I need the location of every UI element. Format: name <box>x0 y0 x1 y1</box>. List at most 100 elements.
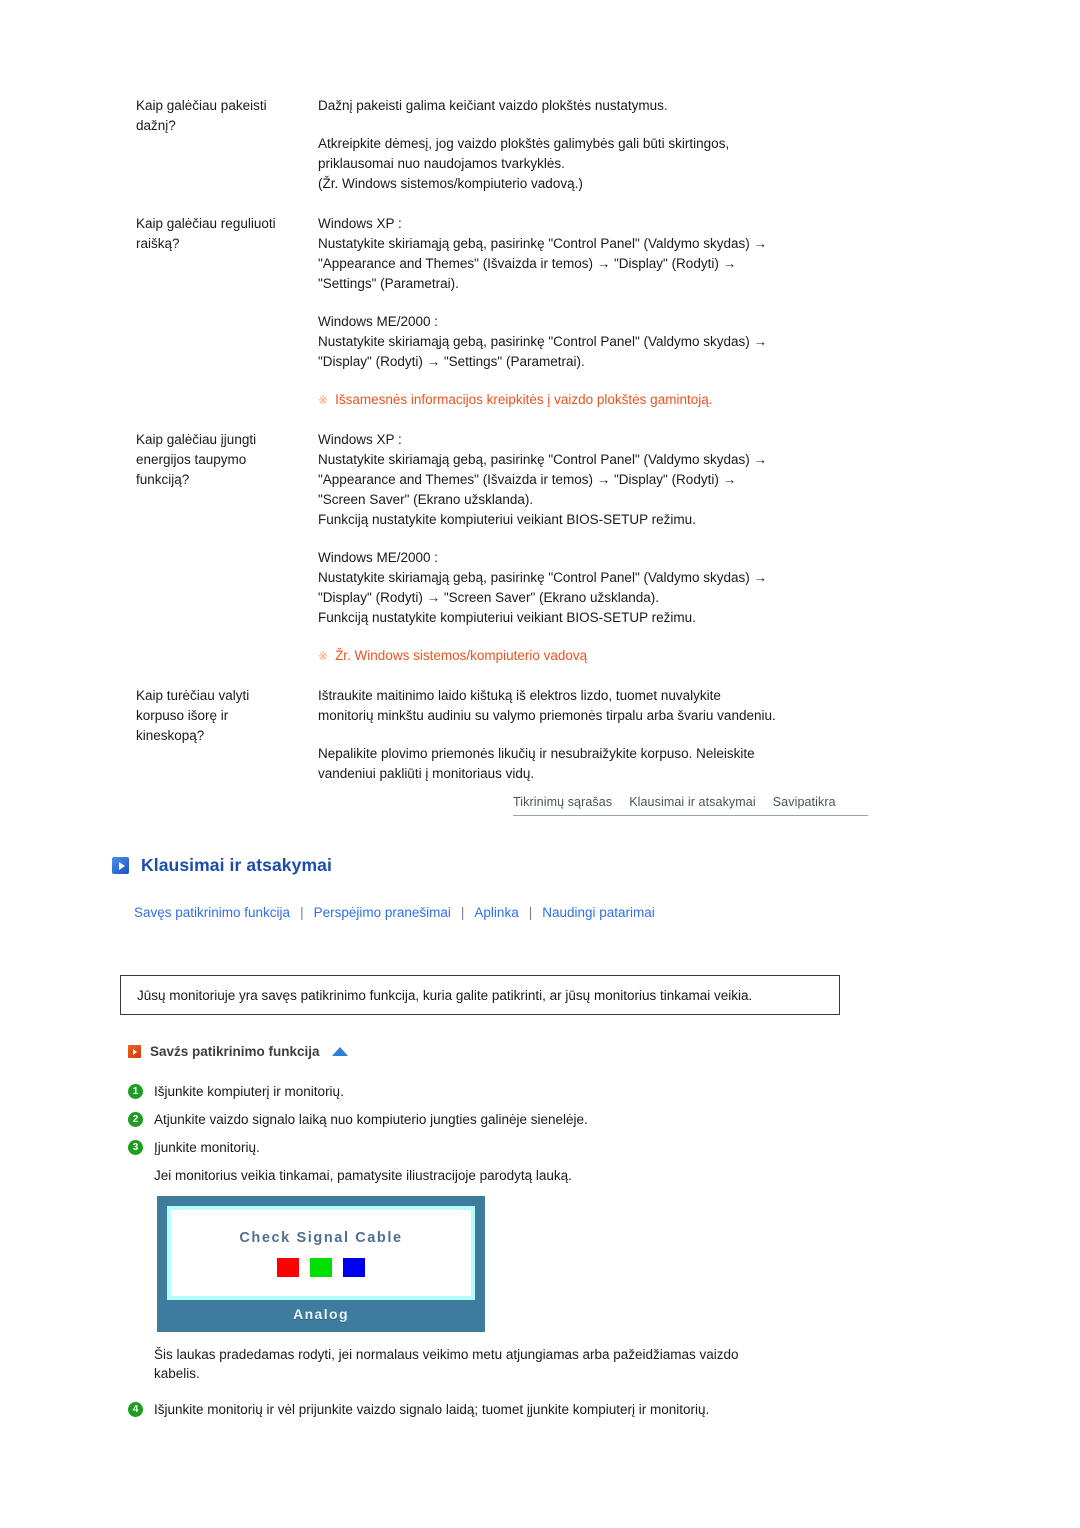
faq-question-line: Kaip galėčiau pakeisti <box>136 98 267 113</box>
faq-notice: ※ Žr. Windows sistemos/kompiuterio vadov… <box>318 646 896 666</box>
faq-answer-line: Nepalikite plovimo priemonės likučių ir … <box>318 746 755 761</box>
blue-up-arrow-icon[interactable] <box>331 1047 348 1056</box>
page-title: Klausimai ir atsakymai <box>141 855 332 875</box>
blue-swatch <box>343 1257 365 1277</box>
faq-answer-line: priklausomai nuo naudojamos tvarkyklės. <box>318 156 565 171</box>
faq-answer-line: "Display" (Rodyti) → "Settings" (Paramet… <box>318 354 585 369</box>
list-item: 4 Išjunkite monitorių ir vėl prijunkite … <box>128 1400 888 1419</box>
faq-answer-line: "Settings" (Parametrai). <box>318 276 459 291</box>
link-separator: | <box>460 905 465 920</box>
faq-row: Kaip turėčiau valyti korpuso išorę ir ki… <box>136 686 896 784</box>
faq-answer-line: Windows XP : <box>318 432 402 447</box>
step-text: Išjunkite monitorių ir vėl prijunkite va… <box>154 1402 710 1417</box>
subsection-link-row: Savęs patikrinimo funkcija | Perspėjimo … <box>134 905 655 920</box>
info-box: Jūsų monitoriuje yra savęs patikrinimo f… <box>120 975 840 1015</box>
faq-answer-paragraph: Nepalikite plovimo priemonės likučių ir … <box>318 744 896 784</box>
check-signal-cable-text: Check Signal Cable <box>239 1229 403 1246</box>
tab-navigation: Tikrinimų sąrašas Klausimai ir atsakymai… <box>513 795 868 816</box>
faq-question-line: Kaip turėčiau valyti <box>136 688 250 703</box>
step-number-badge: 4 <box>128 1402 143 1417</box>
blue-play-square-icon <box>112 857 129 874</box>
orange-play-square-icon <box>128 1045 141 1058</box>
red-swatch <box>277 1257 299 1277</box>
faq-answer-line: Funkciją nustatykite kompiuteriui veikia… <box>318 512 696 527</box>
list-item: 1 Išjunkite kompiuterį ir monitorių. <box>128 1082 888 1101</box>
faq-row: Kaip galėčiau pakeisti dažnį? Dažnį pake… <box>136 96 896 194</box>
faq-question-line: raišką? <box>136 236 180 251</box>
link-useful-tips[interactable]: Naudingi patarimai <box>542 905 655 920</box>
faq-answer-line: Funkciją nustatykite kompiuteriui veikia… <box>318 610 696 625</box>
footer-note: Šis laukas pradedamas rodyti, jei normal… <box>154 1345 854 1383</box>
faq-question-line: kineskopą? <box>136 728 205 743</box>
notice-text: Išsamesnės informacijos kreipkitės į vai… <box>335 392 713 407</box>
link-separator: | <box>528 905 533 920</box>
tab-faq[interactable]: Klausimai ir atsakymai <box>629 795 756 809</box>
list-item: 2 Atjunkite vaizdo signalo laiką nuo kom… <box>128 1110 888 1129</box>
faq-answer-line: Windows XP : <box>318 216 402 231</box>
faq-question-line: Kaip galėčiau reguliuoti <box>136 216 276 231</box>
faq-question-line: korpuso išorę ir <box>136 708 229 723</box>
link-self-test-function[interactable]: Savęs patikrinimo funkcija <box>134 905 290 920</box>
link-separator: | <box>300 905 304 920</box>
faq-answer-line: Nustatykite skiriamąją gebą, pasirinkę "… <box>318 334 768 349</box>
faq-answer: Windows XP : Nustatykite skiriamąją gebą… <box>318 214 896 410</box>
faq-answer-paragraph: Ištraukite maitinimo laido kištuką iš el… <box>318 686 896 726</box>
faq-question-line: funkciją? <box>136 472 190 487</box>
step-text: Išjunkite kompiuterį ir monitorių. <box>154 1084 344 1099</box>
faq-question: Kaip galėčiau pakeisti dažnį? <box>136 96 318 136</box>
link-warning-messages[interactable]: Perspėjimo pranešimai <box>314 905 451 920</box>
section-heading: Klausimai ir atsakymai <box>112 855 332 876</box>
step-number-badge: 1 <box>128 1084 143 1099</box>
green-swatch <box>310 1257 332 1277</box>
faq-answer-paragraph: Windows ME/2000 : Nustatykite skiriamąją… <box>318 548 896 628</box>
faq-answer-line: Dažnį pakeisti galima keičiant vaizdo pl… <box>318 98 668 113</box>
faq-answer-line: "Display" (Rodyti) → "Screen Saver" (Ekr… <box>318 590 660 605</box>
faq-answer-line: "Appearance and Themes" (Išvaizda ir tem… <box>318 472 737 487</box>
faq-answer-line: "Appearance and Themes" (Išvaizda ir tem… <box>318 256 737 271</box>
steps-note: Jei monitorius veikia tinkamai, pamatysi… <box>154 1168 572 1183</box>
faq-answer-line: Nustatykite skiriamąją gebą, pasirinkę "… <box>318 570 768 585</box>
faq-answer-paragraph: Windows ME/2000 : Nustatykite skiriamąją… <box>318 312 896 372</box>
faq-question: Kaip galėčiau įjungti energijos taupymo … <box>136 430 318 490</box>
faq-table: Kaip galėčiau pakeisti dažnį? Dažnį pake… <box>136 96 896 804</box>
faq-answer-paragraph: Atkreipkite dėmesį, jog vaizdo plokštės … <box>318 134 896 194</box>
faq-row: Kaip galėčiau reguliuoti raišką? Windows… <box>136 214 896 410</box>
info-box-text: Jūsų monitoriuje yra savęs patikrinimo f… <box>137 987 753 1003</box>
faq-answer-paragraph: Windows XP : Nustatykite skiriamąją gebą… <box>318 430 896 530</box>
faq-row: Kaip galėčiau įjungti energijos taupymo … <box>136 430 896 666</box>
monitor-analog-label: Analog <box>293 1306 349 1322</box>
monitor-bezel: Check Signal Cable <box>167 1206 475 1300</box>
notice-asterisk-icon: ※ <box>318 393 329 407</box>
link-environment[interactable]: Aplinka <box>474 905 518 920</box>
notice-asterisk-icon: ※ <box>318 649 329 663</box>
faq-notice: ※ Išsamesnės informacijos kreipkitės į v… <box>318 390 896 410</box>
faq-answer-line: monitorių minkštu audiniu su valymo prie… <box>318 708 776 723</box>
faq-answer: Windows XP : Nustatykite skiriamąją gebą… <box>318 430 896 666</box>
faq-answer-line: Nustatykite skiriamąją gebą, pasirinkę "… <box>318 452 768 467</box>
faq-answer-paragraph: Windows XP : Nustatykite skiriamąją gebą… <box>318 214 896 294</box>
steps-list: 1 Išjunkite kompiuterį ir monitorių. 2 A… <box>128 1082 888 1185</box>
footer-note-line: Šis laukas pradedamas rodyti, jei normal… <box>154 1347 739 1362</box>
subsection-title: Savźs patikrinimo funkcija <box>150 1044 320 1059</box>
faq-question-line: energijos taupymo <box>136 452 247 467</box>
faq-answer-line: Nustatykite skiriamąją gebą, pasirinkę "… <box>318 236 768 251</box>
faq-question: Kaip galėčiau reguliuoti raišką? <box>136 214 318 254</box>
step-number-badge: 2 <box>128 1112 143 1127</box>
rgb-swatch-row <box>277 1257 365 1277</box>
faq-answer: Dažnį pakeisti galima keičiant vaizdo pl… <box>318 96 896 194</box>
step-text: Atjunkite vaizdo signalo laiką nuo kompi… <box>154 1112 588 1127</box>
faq-answer-line: Windows ME/2000 : <box>318 550 439 565</box>
faq-answer-line: "Screen Saver" (Ekrano užsklanda). <box>318 492 534 507</box>
faq-answer-paragraph: Dažnį pakeisti galima keičiant vaizdo pl… <box>318 96 896 116</box>
monitor-screen: Check Signal Cable <box>171 1210 471 1296</box>
faq-question-line: dažnį? <box>136 118 176 133</box>
tab-checklist[interactable]: Tikrinimų sąrašas <box>513 795 612 809</box>
tab-selftest[interactable]: Savipatikra <box>773 795 836 809</box>
step-number-badge: 3 <box>128 1140 143 1155</box>
faq-question: Kaip turėčiau valyti korpuso išorę ir ki… <box>136 686 318 746</box>
footer-note-line: kabelis. <box>154 1366 200 1381</box>
faq-answer: Ištraukite maitinimo laido kištuką iš el… <box>318 686 896 784</box>
subsection-heading: Savźs patikrinimo funkcija <box>128 1044 348 1059</box>
list-item: 3 Įjunkite monitorių. <box>128 1138 888 1157</box>
notice-text: Žr. Windows sistemos/kompiuterio vadovą <box>335 648 588 663</box>
